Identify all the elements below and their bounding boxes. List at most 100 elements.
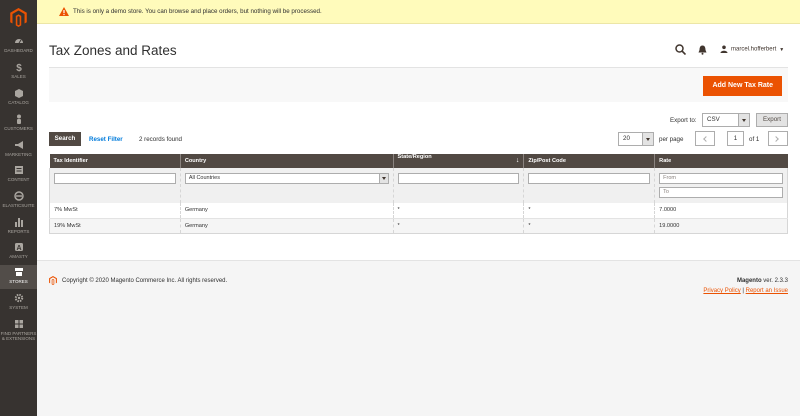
rate-from-input[interactable]: From [659,173,783,184]
column-header-tax-identifier[interactable]: Tax Identifier [49,154,181,168]
cell-tax-identifier: 7% MwSt [49,203,181,219]
page-size-value: 20 [623,135,630,142]
sidebar-item-label: SALES [11,74,26,79]
sidebar-item-label: CATALOG [8,100,29,105]
per-page-label: per page [659,136,684,143]
dollar-icon: $ [16,63,22,72]
table-row[interactable]: 19% MwSt Germany * * 19.0000 [49,218,788,234]
page-size-select[interactable]: 20 [618,132,654,146]
sidebar-item-label: CUSTOMERS [4,126,33,131]
sidebar-item-label: AMASTY [9,254,28,259]
sidebar-item-stores[interactable]: STORES [0,265,37,289]
sidebar-item-label: CONTENT [7,177,30,182]
table-row[interactable]: 7% MwSt Germany * * 7.0000 [49,203,788,219]
gear-icon [14,293,23,303]
box-icon [14,89,23,98]
column-header-state-region[interactable]: State/Region ↓ [392,154,524,168]
elasticsuite-icon [13,191,24,201]
current-page-input[interactable]: 1 [727,131,744,146]
sidebar-item-label: STORES [9,279,28,284]
version-number: ver. 2.3.3 [761,278,788,284]
cell-zip: * [523,203,655,219]
cell-country: Germany [179,218,393,234]
svg-text:$: $ [16,63,22,72]
zip-filter-input[interactable] [528,173,651,184]
export-format-select[interactable]: CSV [702,113,750,127]
grid-header-row: Tax Identifier Country State/Region ↓ Zip… [49,154,788,168]
sidebar-item-reports[interactable]: REPORTS [0,217,37,239]
cell-country: Germany [179,203,393,219]
dashboard-icon [14,39,23,44]
next-page-button[interactable] [768,131,788,146]
add-new-tax-rate-button[interactable]: Add New Tax Rate [703,76,782,96]
notice-text: This is only a demo store. You can brows… [73,8,322,15]
demo-notice: This is only a demo store. You can brows… [37,0,800,24]
cell-tax-identifier: 19% MwSt [49,218,181,234]
sidebar-item-amasty[interactable]: a AMASTY [0,242,37,264]
partners-icon [14,320,23,328]
chevron-down-icon [642,133,653,145]
sidebar-item-label: FIND PARTNERS & EXTENSIONS [0,331,37,341]
filter-cell: All Countries [179,168,393,203]
chevron-down-icon [738,114,749,126]
column-header-zip[interactable]: Zip/Post Code [523,154,655,168]
sort-arrow-icon: ↓ [515,157,520,164]
privacy-policy-link[interactable]: Privacy Policy [703,288,740,294]
column-header-country[interactable]: Country [179,154,393,168]
cell-zip: * [523,218,655,234]
rate-to-input[interactable]: To [659,187,783,198]
search-icon[interactable] [675,44,686,55]
cell-region: * [392,203,524,219]
sidebar-item-system[interactable]: SYSTEM [0,293,37,315]
user-account-menu[interactable]: marcel.hofferbert ▼ [720,45,784,53]
page-actions-bar: Add New Tax Rate [49,67,788,102]
amasty-icon: a [14,243,23,252]
store-icon [14,268,23,276]
previous-page-button[interactable] [695,131,715,146]
notification-bell-icon[interactable] [698,45,707,55]
sidebar-item-partners[interactable]: FIND PARTNERS & EXTENSIONS [0,319,37,345]
content-icon [14,166,23,174]
country-filter-select[interactable]: All Countries [184,173,389,184]
magento-logo-icon [49,276,57,285]
version-info: Magento ver. 2.3.3 [737,278,788,284]
region-filter-input[interactable] [397,173,520,184]
sidebar-item-label: SYSTEM [9,305,28,310]
sidebar-item-elasticsuite[interactable]: ELASTICSUITE [0,191,37,213]
sidebar-item-catalog[interactable]: CATALOG [0,88,37,110]
report-issue-link[interactable]: Report an Issue [746,288,788,294]
export-label: Export to: [670,117,697,124]
sidebar-item-label: DASHBOARD [4,48,33,53]
search-button[interactable]: Search [49,132,81,146]
page-footer: Copyright © 2020 Magento Commerce Inc. A… [37,260,800,416]
sidebar-item-marketing[interactable]: MARKETING [0,140,37,162]
user-icon [720,45,728,53]
megaphone-icon [14,141,23,149]
records-found: 2 records found [139,136,182,143]
warning-icon [59,7,69,16]
filter-cell: From To [654,168,788,203]
magento-logo-icon[interactable] [10,8,27,27]
export-button[interactable]: Export [756,113,788,127]
sidebar-item-content[interactable]: CONTENT [0,165,37,187]
column-header-label: State/Region [397,154,432,160]
bar-chart-icon [14,218,23,227]
sidebar-item-sales[interactable]: $ SALES [0,62,37,84]
cell-region: * [392,218,524,234]
footer-links: Privacy Policy | Report an Issue [703,288,788,294]
tax-rates-grid: Tax Identifier Country State/Region ↓ Zip… [49,154,788,234]
sidebar-item-customers[interactable]: CUSTOMERS [0,114,37,136]
column-header-rate[interactable]: Rate [654,154,788,168]
chevron-down-icon [378,174,388,183]
filter-cell [49,168,181,203]
tax-identifier-filter-input[interactable] [54,173,176,184]
sidebar-item-dashboard[interactable]: DASHBOARD [0,36,37,58]
grid-filter-row: All Countries From To [49,168,788,203]
reset-filter-link[interactable]: Reset Filter [89,136,123,143]
page-title: Tax Zones and Rates [49,43,177,58]
copyright-text: Copyright © 2020 Magento Commerce Inc. A… [62,278,228,284]
admin-sidebar: DASHBOARD $ SALES CATALOG CUSTOMERS MARK… [0,0,37,416]
cell-rate: 19.0000 [654,218,788,234]
current-page-value: 1 [733,135,738,142]
sidebar-item-label: ELASTICSUITE [2,203,35,208]
